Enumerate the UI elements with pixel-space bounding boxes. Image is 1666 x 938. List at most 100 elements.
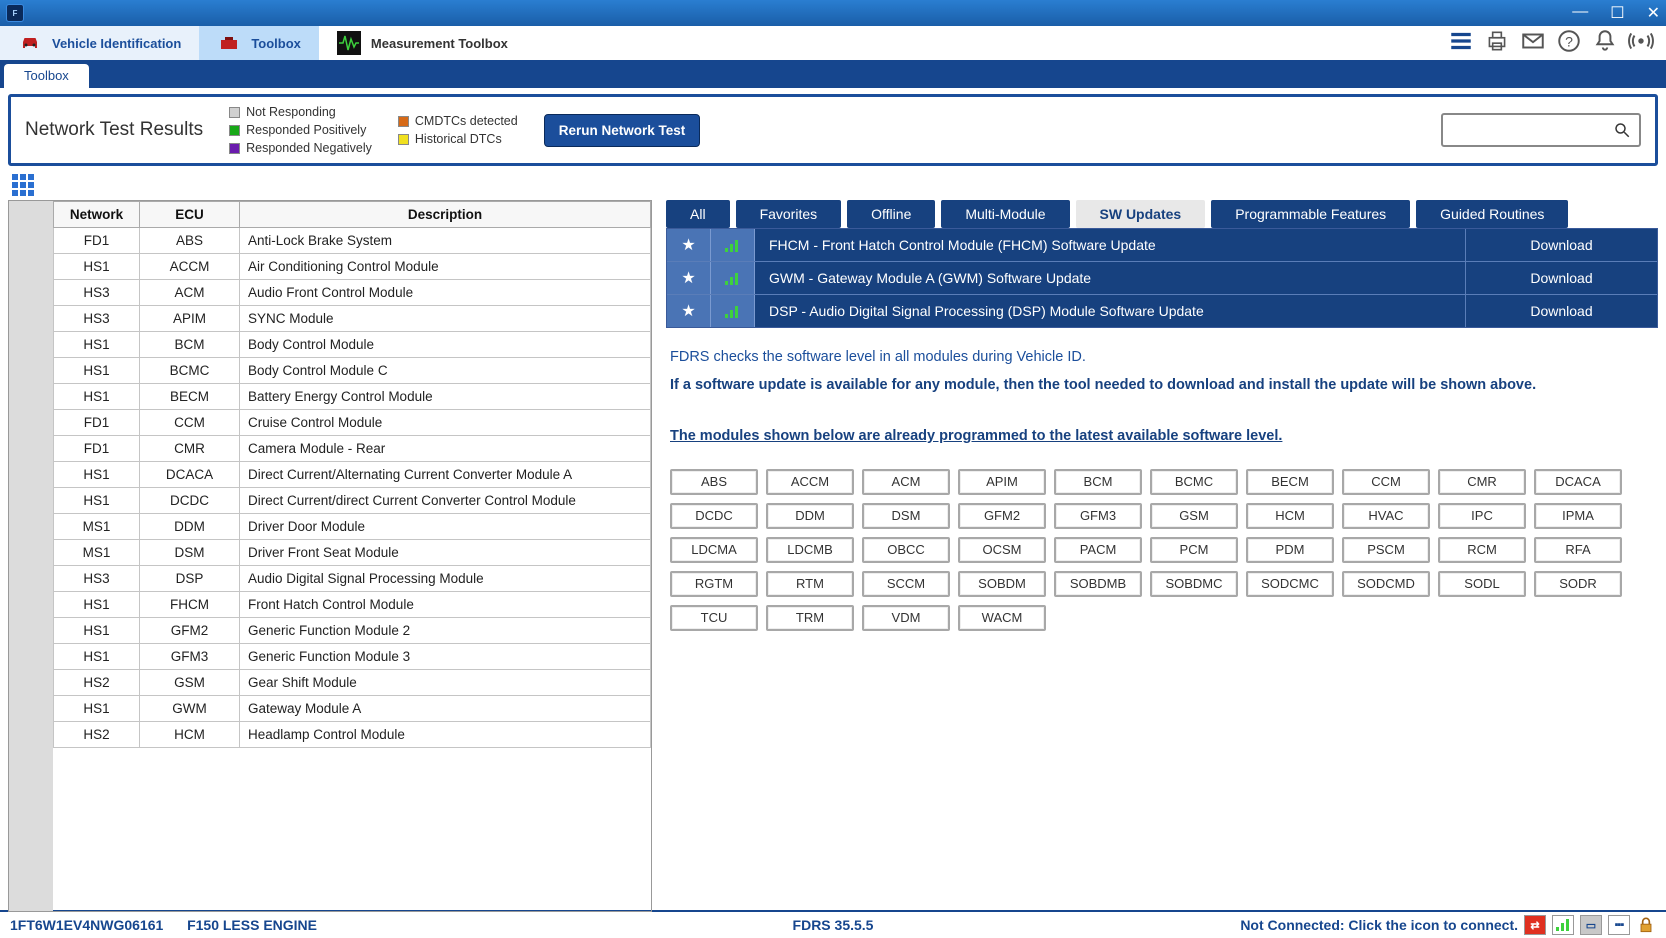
- wireless-icon[interactable]: [1628, 28, 1654, 59]
- status-dots-icon[interactable]: ▪▪▪: [1608, 915, 1630, 935]
- module-chip[interactable]: DCDC: [670, 503, 758, 529]
- module-chip[interactable]: ABS: [670, 469, 758, 495]
- module-chip[interactable]: GFM2: [958, 503, 1046, 529]
- table-row[interactable]: HS1BCMCBody Control Module C: [54, 358, 651, 384]
- grid-view-icon[interactable]: [12, 174, 34, 196]
- tab-offline[interactable]: Offline: [847, 200, 935, 228]
- table-row[interactable]: HS1ACCMAir Conditioning Control Module: [54, 254, 651, 280]
- tab-multi-module[interactable]: Multi-Module: [941, 200, 1069, 228]
- status-device-icon[interactable]: ▭: [1580, 915, 1602, 935]
- table-row[interactable]: HS1GFM2Generic Function Module 2: [54, 618, 651, 644]
- module-chip[interactable]: IPMA: [1534, 503, 1622, 529]
- table-row[interactable]: FD1CCMCruise Control Module: [54, 410, 651, 436]
- table-row[interactable]: MS1DSMDriver Front Seat Module: [54, 540, 651, 566]
- module-chip[interactable]: LDCMB: [766, 537, 854, 563]
- window-maximize-button[interactable]: ☐: [1610, 3, 1624, 23]
- rerun-network-test-button[interactable]: Rerun Network Test: [544, 114, 701, 147]
- module-chip[interactable]: SODCMD: [1342, 571, 1430, 597]
- table-row[interactable]: HS1BECMBattery Energy Control Module: [54, 384, 651, 410]
- status-signal-icon[interactable]: [1552, 915, 1574, 935]
- module-chip[interactable]: RCM: [1438, 537, 1526, 563]
- module-chip[interactable]: PACM: [1054, 537, 1142, 563]
- module-chip[interactable]: PCM: [1150, 537, 1238, 563]
- print-icon[interactable]: [1484, 28, 1510, 59]
- module-chip[interactable]: OBCC: [862, 537, 950, 563]
- favorite-star-icon[interactable]: ★: [667, 262, 711, 294]
- col-description[interactable]: Description: [240, 202, 651, 228]
- table-row[interactable]: HS2GSMGear Shift Module: [54, 670, 651, 696]
- table-row[interactable]: HS2HCMHeadlamp Control Module: [54, 722, 651, 748]
- module-chip[interactable]: BCMC: [1150, 469, 1238, 495]
- module-chip[interactable]: SCCM: [862, 571, 950, 597]
- ribbon-tab-vehicle-id[interactable]: Vehicle Identification: [0, 26, 199, 60]
- table-row[interactable]: HS1FHCMFront Hatch Control Module: [54, 592, 651, 618]
- module-chip[interactable]: PDM: [1246, 537, 1334, 563]
- module-chip[interactable]: CMR: [1438, 469, 1526, 495]
- module-chip[interactable]: DSM: [862, 503, 950, 529]
- help-icon[interactable]: ?: [1556, 28, 1582, 59]
- status-vci-icon[interactable]: ⇄: [1524, 915, 1546, 935]
- bell-icon[interactable]: [1592, 28, 1618, 59]
- col-network[interactable]: Network: [54, 202, 140, 228]
- module-chip[interactable]: BCM: [1054, 469, 1142, 495]
- table-row[interactable]: HS1GWMGateway Module A: [54, 696, 651, 722]
- table-row[interactable]: MS1DDMDriver Door Module: [54, 514, 651, 540]
- ribbon-tab-measurement[interactable]: Measurement Toolbox: [319, 26, 526, 60]
- module-chip[interactable]: TCU: [670, 605, 758, 631]
- tab-favorites[interactable]: Favorites: [736, 200, 842, 228]
- module-chip[interactable]: GFM3: [1054, 503, 1142, 529]
- tab-all[interactable]: All: [666, 200, 730, 228]
- module-chip[interactable]: PSCM: [1342, 537, 1430, 563]
- module-chip[interactable]: IPC: [1438, 503, 1526, 529]
- menu-icon[interactable]: [1448, 28, 1474, 59]
- tab-toolbox[interactable]: Toolbox: [4, 64, 89, 89]
- module-chip[interactable]: CCM: [1342, 469, 1430, 495]
- tab-guided-routines[interactable]: Guided Routines: [1416, 200, 1568, 228]
- window-close-button[interactable]: ✕: [1647, 3, 1660, 23]
- download-button[interactable]: Download: [1465, 229, 1657, 261]
- download-button[interactable]: Download: [1465, 295, 1657, 327]
- col-ecu[interactable]: ECU: [140, 202, 240, 228]
- module-chip[interactable]: SOBDMB: [1054, 571, 1142, 597]
- tab-sw-updates[interactable]: SW Updates: [1076, 200, 1206, 228]
- table-row[interactable]: FD1ABSAnti-Lock Brake System: [54, 228, 651, 254]
- module-chip[interactable]: DCACA: [1534, 469, 1622, 495]
- module-chip[interactable]: RGTM: [670, 571, 758, 597]
- table-row[interactable]: HS3DSPAudio Digital Signal Processing Mo…: [54, 566, 651, 592]
- tab-programmable-features[interactable]: Programmable Features: [1211, 200, 1410, 228]
- table-row[interactable]: HS1DCDCDirect Current/direct Current Con…: [54, 488, 651, 514]
- module-chip[interactable]: RTM: [766, 571, 854, 597]
- module-chip[interactable]: HCM: [1246, 503, 1334, 529]
- table-row[interactable]: HS3APIMSYNC Module: [54, 306, 651, 332]
- module-chip[interactable]: VDM: [862, 605, 950, 631]
- module-chip[interactable]: RFA: [1534, 537, 1622, 563]
- module-chip[interactable]: TRM: [766, 605, 854, 631]
- module-chip[interactable]: BECM: [1246, 469, 1334, 495]
- module-chip[interactable]: LDCMA: [670, 537, 758, 563]
- lock-icon[interactable]: [1636, 915, 1656, 935]
- module-chip[interactable]: WACM: [958, 605, 1046, 631]
- table-row[interactable]: HS3ACMAudio Front Control Module: [54, 280, 651, 306]
- favorite-star-icon[interactable]: ★: [667, 295, 711, 327]
- module-chip[interactable]: ACM: [862, 469, 950, 495]
- module-chip[interactable]: SOBDMC: [1150, 571, 1238, 597]
- table-row[interactable]: HS1BCMBody Control Module: [54, 332, 651, 358]
- table-row[interactable]: HS1DCACADirect Current/Alternating Curre…: [54, 462, 651, 488]
- module-chip[interactable]: APIM: [958, 469, 1046, 495]
- search-input[interactable]: [1441, 113, 1641, 147]
- mail-icon[interactable]: [1520, 28, 1546, 59]
- module-chip[interactable]: DDM: [766, 503, 854, 529]
- module-chip[interactable]: SODR: [1534, 571, 1622, 597]
- ribbon-tab-toolbox[interactable]: Toolbox: [199, 26, 319, 60]
- module-chip[interactable]: ACCM: [766, 469, 854, 495]
- module-chip[interactable]: HVAC: [1342, 503, 1430, 529]
- download-button[interactable]: Download: [1465, 262, 1657, 294]
- table-row[interactable]: FD1CMRCamera Module - Rear: [54, 436, 651, 462]
- window-minimize-button[interactable]: —: [1572, 3, 1588, 23]
- module-chip[interactable]: SODL: [1438, 571, 1526, 597]
- module-chip[interactable]: GSM: [1150, 503, 1238, 529]
- module-chip[interactable]: SOBDM: [958, 571, 1046, 597]
- module-chip[interactable]: OCSM: [958, 537, 1046, 563]
- module-chip[interactable]: SODCMC: [1246, 571, 1334, 597]
- favorite-star-icon[interactable]: ★: [667, 229, 711, 261]
